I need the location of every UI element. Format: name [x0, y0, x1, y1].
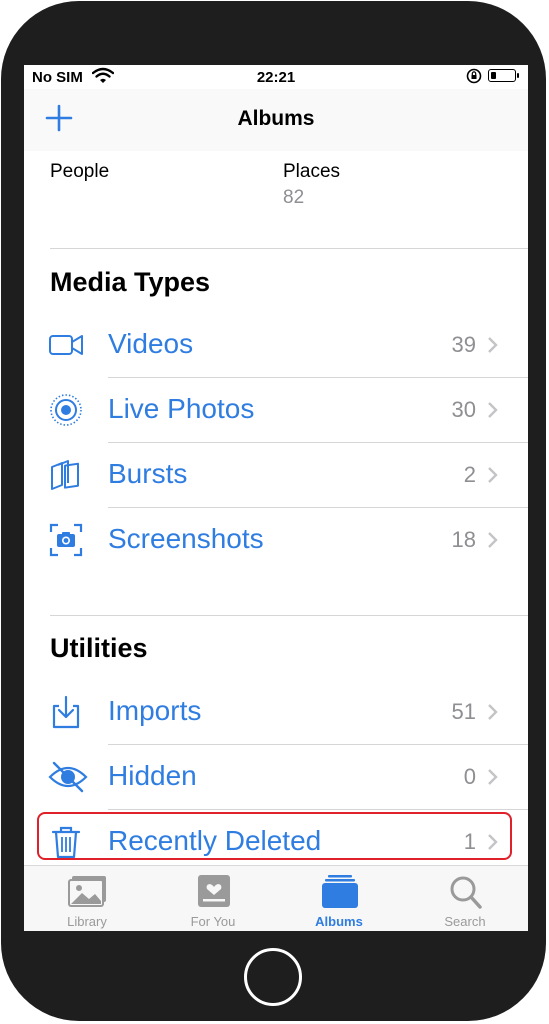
row-label: Screenshots	[108, 523, 264, 554]
row-label: Bursts	[108, 458, 188, 489]
home-button[interactable]	[244, 948, 302, 1006]
chevron-right-icon	[488, 402, 498, 418]
row-imports[interactable]: Imports 51	[24, 680, 528, 744]
search-icon	[446, 874, 486, 910]
tab-search[interactable]: Search	[402, 866, 528, 931]
row-count: 30	[451, 397, 476, 422]
bursts-icon	[48, 457, 84, 493]
divider	[50, 615, 528, 616]
chevron-right-icon	[488, 337, 498, 353]
phone-frame: No SIM 22:21 Albums People Places 82 Med…	[1, 1, 546, 1021]
chevron-right-icon	[488, 532, 498, 548]
tab-label: For You	[190, 914, 236, 929]
chevron-right-icon	[488, 769, 498, 785]
row-videos[interactable]: Videos 39	[24, 313, 528, 377]
row-label: Live Photos	[108, 393, 255, 424]
tab-label: Search	[444, 914, 486, 929]
places-album[interactable]: Places 82	[283, 161, 340, 209]
people-label: People	[50, 161, 110, 182]
page-title: Albums	[237, 107, 315, 130]
row-label: Hidden	[108, 760, 197, 791]
clock: 22:21	[256, 69, 296, 86]
row-count: 18	[451, 527, 476, 552]
screen: No SIM 22:21 Albums People Places 82 Med…	[24, 65, 528, 931]
tab-label: Library	[67, 914, 107, 929]
chevron-right-icon	[488, 467, 498, 483]
row-live-photos[interactable]: Live Photos 30	[24, 378, 528, 442]
people-album[interactable]: People	[50, 161, 109, 183]
row-count: 2	[463, 462, 476, 487]
tab-library[interactable]: Library	[24, 866, 150, 931]
navigation-bar: Albums	[24, 89, 528, 151]
chevron-right-icon	[488, 704, 498, 720]
row-count: 0	[463, 764, 476, 789]
screenshot-icon	[48, 522, 84, 558]
video-camera-icon	[48, 327, 84, 363]
media-types-heading: Media Types	[50, 267, 211, 297]
tab-for-you[interactable]: For You	[150, 866, 276, 931]
status-bar: No SIM 22:21	[24, 65, 528, 89]
rotation-lock-icon	[466, 68, 482, 88]
live-photos-icon	[48, 392, 84, 428]
places-count: 82	[283, 187, 305, 208]
row-label: Videos	[108, 328, 194, 359]
tab-albums[interactable]: Albums	[276, 866, 402, 931]
eye-slash-icon	[48, 759, 88, 795]
row-hidden[interactable]: Hidden 0	[24, 745, 528, 809]
battery-icon	[488, 69, 519, 82]
utilities-heading: Utilities	[50, 633, 148, 663]
for-you-icon	[194, 874, 234, 910]
tab-label: Albums	[315, 914, 363, 929]
row-screenshots[interactable]: Screenshots 18	[24, 508, 528, 572]
row-label: Imports	[108, 695, 202, 726]
photo-library-icon	[68, 874, 108, 910]
import-icon	[48, 694, 84, 730]
divider	[50, 248, 528, 249]
row-bursts[interactable]: Bursts 2	[24, 443, 528, 507]
row-count: 39	[451, 332, 476, 357]
row-count: 51	[451, 699, 476, 724]
recently-deleted-highlight	[37, 812, 512, 860]
places-label: Places	[283, 161, 341, 182]
tab-bar: Library For You Albums Search	[24, 865, 528, 931]
albums-icon	[320, 874, 360, 910]
